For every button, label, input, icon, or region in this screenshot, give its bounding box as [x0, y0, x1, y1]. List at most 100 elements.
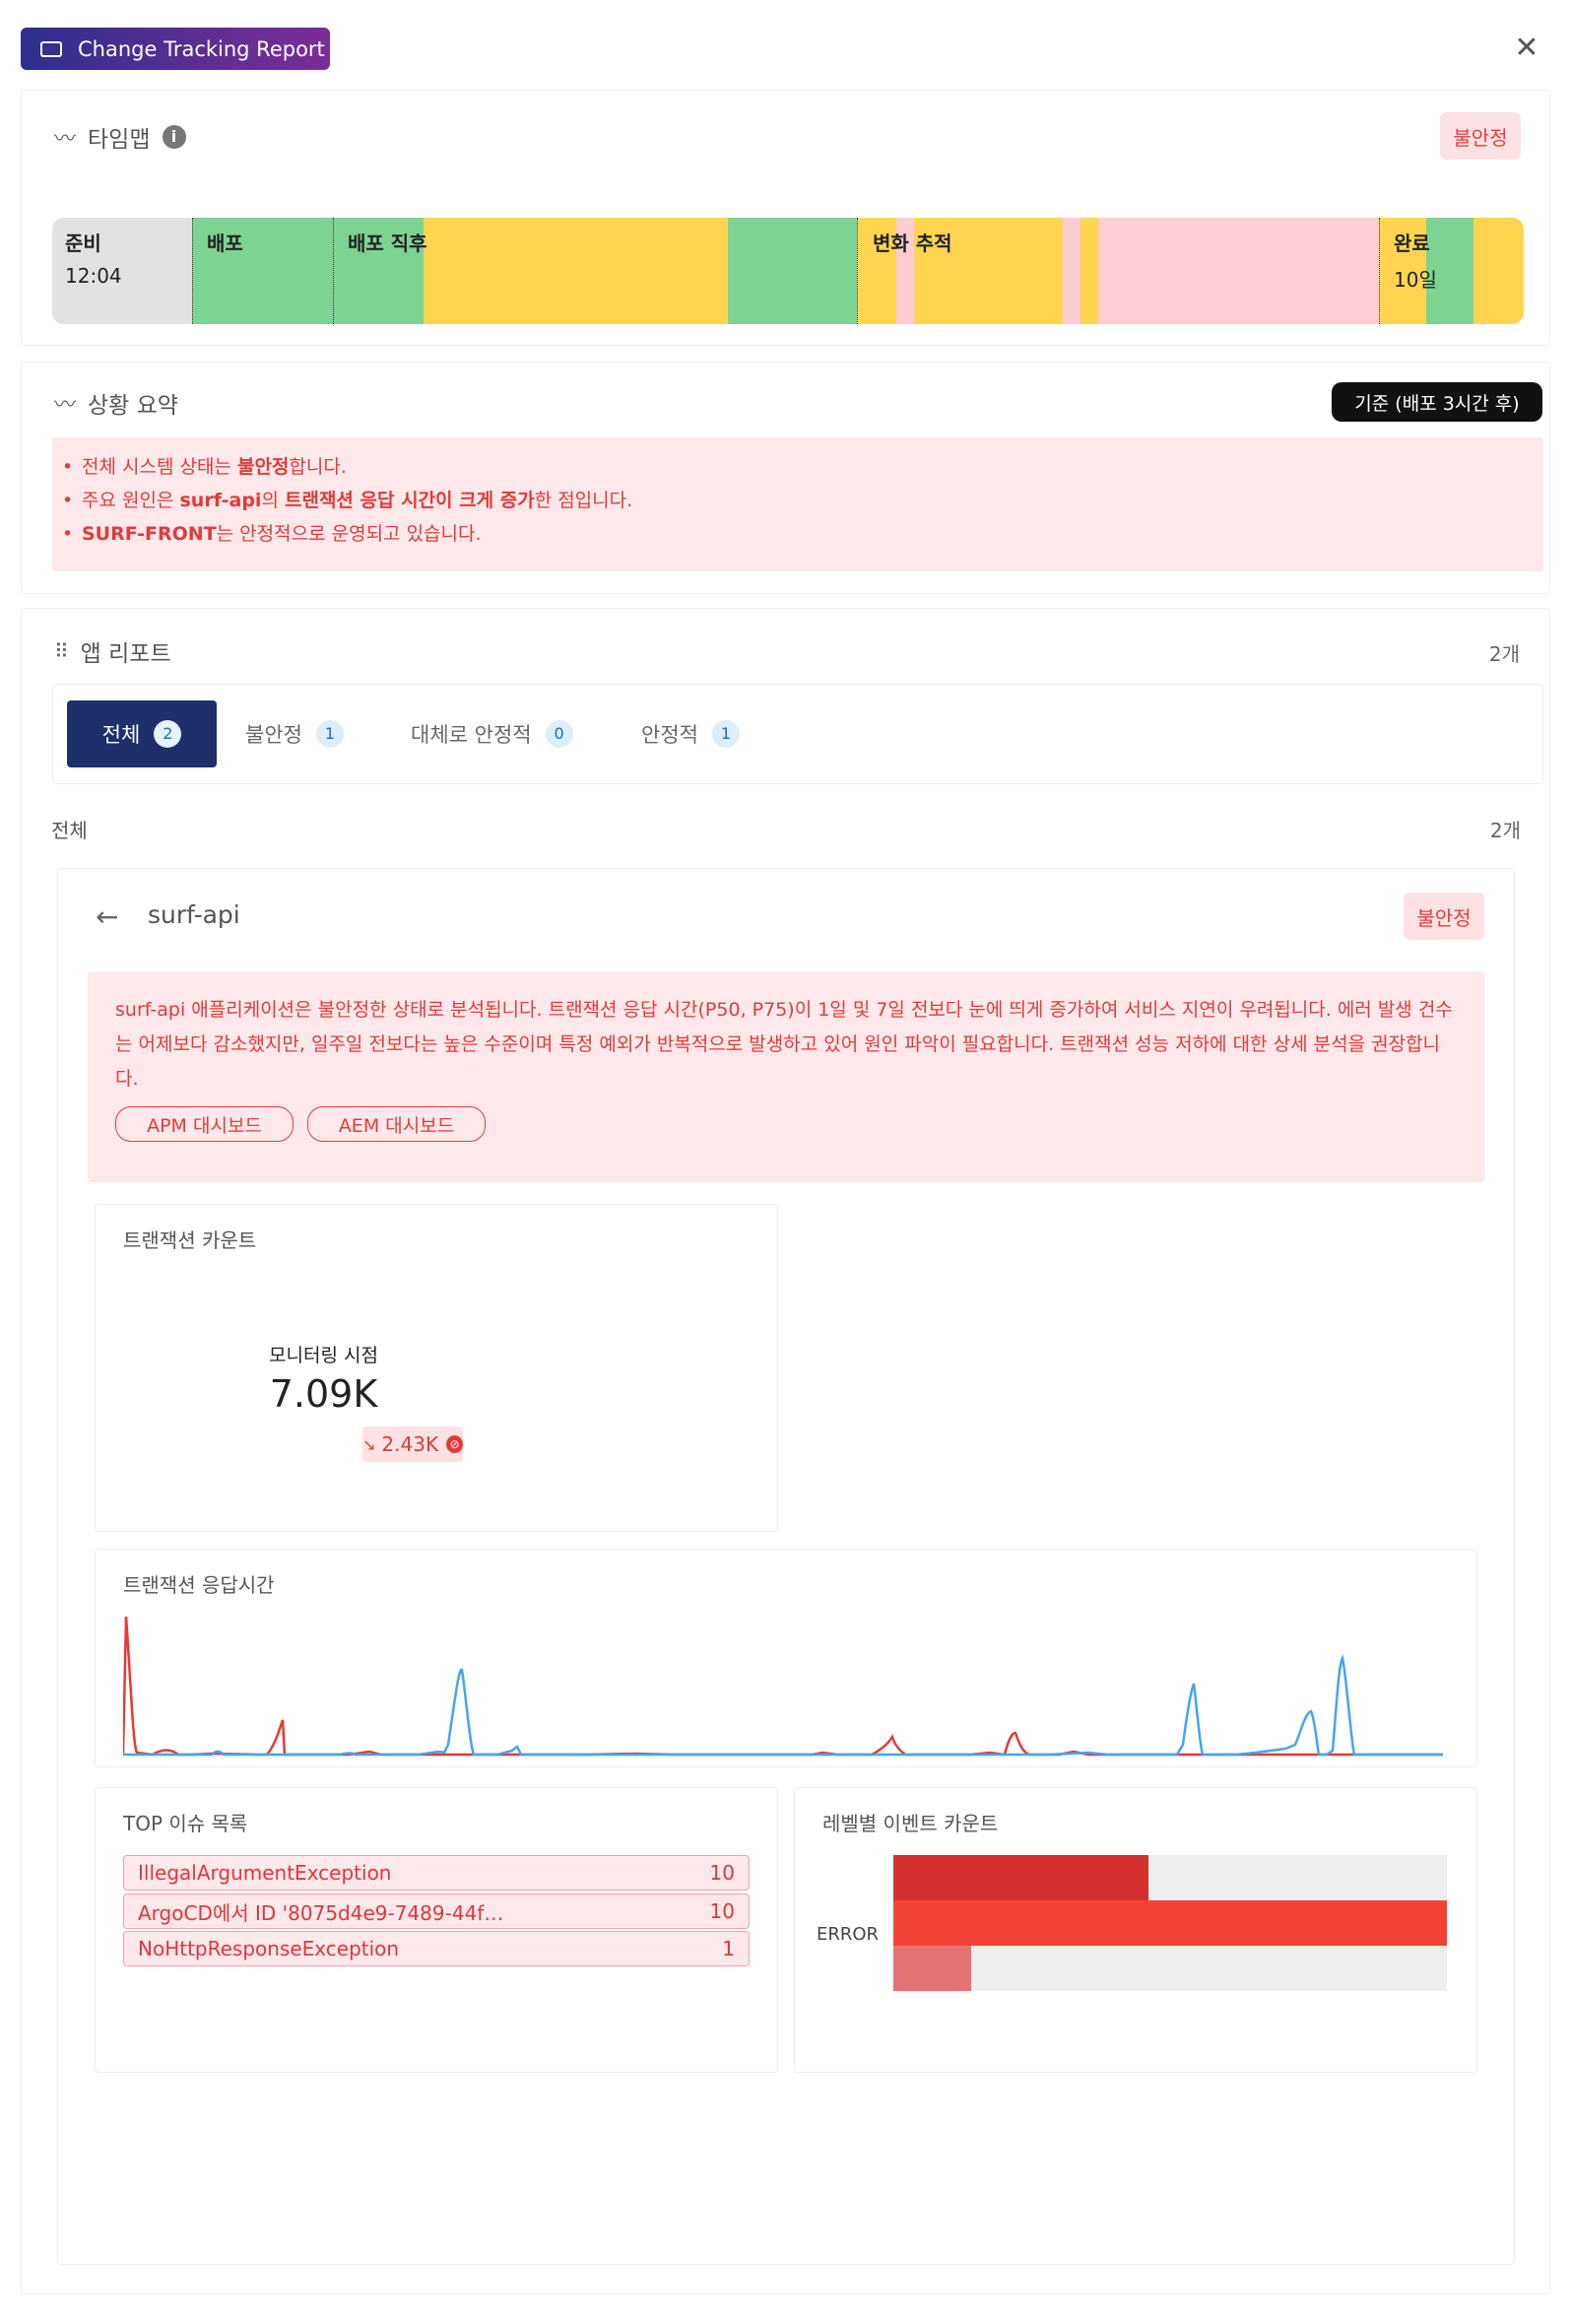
summary-box: 전체 시스템 상태는 불안정합니다. 주요 원인은 surf-api의 트랜잭션… [52, 437, 1543, 571]
app-name: surf-api [148, 900, 240, 929]
tab-bar: 전체 2 불안정 1 대체로 안정적 0 안정적 1 [52, 684, 1543, 784]
report-title-badge: Change Tracking Report [21, 28, 330, 70]
tab-unstable-label: 불안정 [245, 723, 302, 747]
alert-icon: ⊘ [446, 1435, 463, 1453]
stage-after-deploy: 배포 직후 [348, 228, 427, 256]
tab-mostly-stable[interactable]: 대체로 안정적 0 [411, 700, 573, 767]
issue-count: 1 [722, 1937, 735, 1960]
tab-unstable-count: 1 [315, 720, 344, 748]
app-card: ← surf-api 불안정 surf-api 애플리케이션은 불안정한 상태로… [57, 868, 1515, 2265]
stage-done-label: 완료 [1394, 232, 1430, 255]
summary-title-text: 상황 요약 [88, 393, 178, 419]
stage-done-time: 10일 [1394, 268, 1437, 292]
response-time-panel: 트랜잭션 응답시간 [95, 1549, 1477, 1767]
timeline-title-text: 타임맵 [88, 127, 151, 153]
info-icon[interactable]: i [162, 125, 186, 149]
stage-divider [192, 218, 193, 324]
response-time-title: 트랜잭션 응답시간 [123, 1573, 275, 1597]
summary-card: 〰 상황 요약 기준 (배포 3시간 후) 전체 시스템 상태는 불안정합니다.… [21, 362, 1550, 594]
tab-all-label: 전체 [101, 723, 141, 747]
trend-icon: 〰 [54, 393, 77, 418]
grid-icon: ⠿ [54, 639, 69, 663]
txn-count-value: 7.09K [269, 1372, 378, 1416]
stage-deploy: 배포 [207, 228, 243, 256]
issue-item[interactable]: NoHttpResponseException 1 [123, 1931, 750, 1966]
summary-basis-badge: 기준 (배포 3시간 후) [1332, 382, 1542, 422]
stage-prep-time: 12:04 [65, 264, 122, 288]
list-label: 전체 [51, 819, 88, 842]
tab-stable-count: 1 [711, 720, 740, 748]
top-issues-panel: TOP 이슈 목록 IllegalArgumentException 10 Ar… [95, 1787, 778, 2073]
stage-divider [857, 218, 858, 324]
issue-count: 10 [709, 1861, 735, 1885]
level-label-error: ERROR [817, 1924, 880, 1945]
stage-done: 완료 [1394, 228, 1430, 256]
aem-dashboard-button[interactable]: AEM 대시보드 [307, 1106, 486, 1142]
summary-line: 주요 원인은 surf-api의 트랜잭션 응답 시간이 크게 증가한 점입니다… [52, 484, 1543, 517]
level-bar-track [893, 1946, 1447, 1991]
timeline-segment [1080, 218, 1098, 324]
issue-item[interactable]: ArgoCD에서 ID '8075d4e9-7489-44f5-b4d3-5b3… [123, 1893, 750, 1929]
txn-count-delta: 2.43K [381, 1432, 439, 1456]
txn-count-title: 트랜잭션 카운트 [123, 1228, 257, 1252]
level-bar-track [893, 1900, 1447, 1946]
timeline-segment [1063, 218, 1080, 324]
stage-prep: 준비 [65, 228, 101, 256]
response-series-blue [123, 1654, 1443, 1757]
level-events-title: 레벨별 이벤트 카운트 [822, 1812, 999, 1835]
level-events-panel: 레벨별 이벤트 카운트 ERROR [794, 1787, 1477, 2073]
txn-count-delta-badge: ↘ 2.43K ⊘ [362, 1427, 463, 1462]
stage-deploy-label: 배포 [207, 232, 243, 255]
response-time-chart [123, 1616, 1448, 1757]
app-report-title: ⠿ 앱 리포트 [54, 634, 171, 668]
issue-name: ArgoCD에서 ID '8075d4e9-7489-44f5-b4d3-5b3… [138, 1900, 512, 1925]
issue-item[interactable]: IllegalArgumentException 10 [123, 1855, 750, 1891]
tab-stable-label: 안정적 [641, 723, 698, 747]
stage-prep-label: 준비 [65, 232, 101, 255]
timeline-segment [1098, 218, 1379, 324]
summary-title: 〰 상황 요약 [54, 386, 178, 420]
tab-stable[interactable]: 안정적 1 [641, 700, 740, 767]
top-issues-title: TOP 이슈 목록 [123, 1812, 248, 1835]
level-bar [893, 1855, 1148, 1900]
timeline-bar[interactable]: 준비 12:04 배포 배포 직후 변화 추적 완료 10일 [52, 218, 1524, 324]
app-description: surf-api 애플리케이션은 불안정한 상태로 분석됩니다. 트랜잭션 응답… [115, 999, 1453, 1090]
timeline-segment [728, 218, 857, 324]
list-count: 2개 [1489, 819, 1521, 842]
tab-all[interactable]: 전체 2 [67, 700, 217, 767]
tab-unstable[interactable]: 불안정 1 [245, 700, 344, 767]
timeline-status-badge: 불안정 [1440, 112, 1521, 160]
back-arrow-icon[interactable]: ← [96, 900, 118, 933]
timeline-title: 〰 타임맵 i [54, 120, 186, 154]
apm-dashboard-button[interactable]: APM 대시보드 [115, 1106, 294, 1142]
stage-divider [333, 218, 334, 324]
trend-down-icon: ↘ [362, 1434, 376, 1454]
trend-icon: 〰 [54, 127, 77, 152]
app-report-title-text: 앱 리포트 [80, 641, 171, 667]
response-series-red [123, 1616, 1443, 1757]
report-title: Change Tracking Report [78, 36, 325, 61]
issue-count: 10 [709, 1899, 735, 1923]
timeline-segment [1473, 218, 1524, 324]
level-bar [893, 1900, 1447, 1946]
timeline-card: 〰 타임맵 i 불안정 준비 12:04 배포 배포 직후 변화 추적 완료 1… [21, 90, 1550, 346]
app-report-count: 2개 [1488, 642, 1520, 666]
tab-mostly-stable-label: 대체로 안정적 [411, 723, 532, 747]
summary-line: SURF-FRONT는 안정적으로 운영되고 있습니다. [52, 517, 1543, 551]
level-bar [893, 1946, 971, 1991]
issue-name: NoHttpResponseException [138, 1937, 400, 1960]
stage-tracking-label: 변화 추적 [873, 232, 952, 255]
issue-name: IllegalArgumentException [138, 1861, 392, 1885]
app-status-badge: 불안정 [1404, 893, 1484, 940]
stage-divider [1379, 218, 1380, 324]
tracking-icon [40, 40, 62, 57]
stage-tracking: 변화 추적 [873, 228, 952, 256]
txn-count-panel: 트랜잭션 카운트 모니터링 시점 7.09K ↘ 2.43K ⊘ [95, 1204, 778, 1532]
timeline-segment [424, 218, 728, 324]
close-icon[interactable]: ✕ [1512, 33, 1541, 63]
summary-line: 전체 시스템 상태는 불안정합니다. [52, 450, 1543, 484]
app-description-box: surf-api 애플리케이션은 불안정한 상태로 분석됩니다. 트랜잭션 응답… [88, 971, 1484, 1182]
tab-mostly-stable-count: 0 [545, 720, 573, 748]
tab-all-count: 2 [154, 720, 182, 748]
level-bar-track [893, 1855, 1447, 1900]
